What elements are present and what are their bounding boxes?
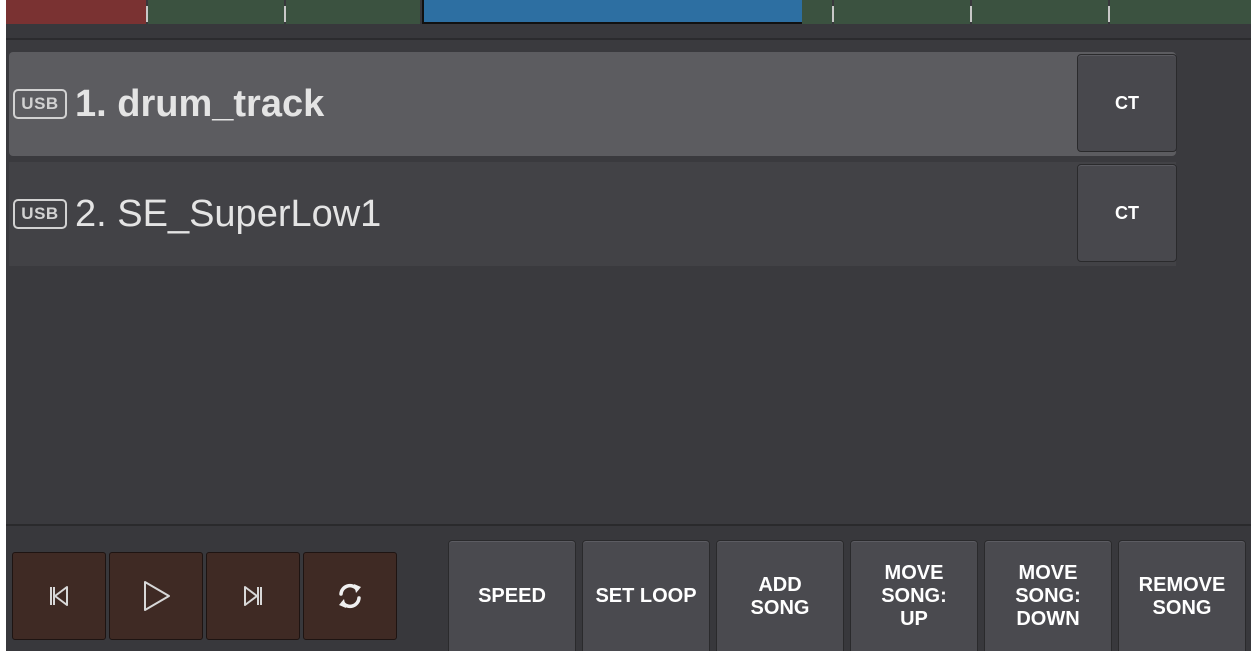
usb-badge: USB	[13, 89, 67, 119]
ct-button[interactable]: CT	[1077, 54, 1177, 152]
top-tab-3[interactable]	[286, 0, 420, 24]
move-song-up-button[interactable]: MOVE SONG: UP	[850, 540, 978, 651]
repeat-icon	[339, 583, 361, 609]
usb-badge: USB	[13, 199, 67, 229]
player-screen: USB 1. drum_track CT USB 2. SE_SuperLow1…	[6, 0, 1251, 651]
song-list: USB 1. drum_track CT USB 2. SE_SuperLow1…	[6, 50, 1251, 520]
control-bar: SPEED SET LOOP ADD SONG MOVE SONG: UP MO…	[6, 524, 1251, 651]
next-button[interactable]	[206, 552, 300, 640]
repeat-button[interactable]	[303, 552, 397, 640]
song-list-item[interactable]: USB 1. drum_track	[9, 52, 1176, 156]
home-tab[interactable]	[6, 0, 146, 24]
skip-next-icon	[244, 586, 262, 606]
skip-previous-icon	[50, 586, 68, 606]
tab-divider	[970, 6, 972, 22]
top-tab-6[interactable]	[972, 0, 1108, 24]
preview-bar	[422, 0, 804, 24]
top-tab-2[interactable]	[148, 0, 284, 24]
tab-divider	[284, 6, 286, 22]
remove-song-button[interactable]: REMOVE SONG	[1118, 540, 1246, 651]
move-song-down-button[interactable]: MOVE SONG: DOWN	[984, 540, 1112, 651]
previous-button[interactable]	[12, 552, 106, 640]
add-song-button[interactable]: ADD SONG	[716, 540, 844, 651]
top-tab-7[interactable]	[1110, 0, 1251, 24]
song-title: 2. SE_SuperLow1	[75, 192, 382, 235]
play-button[interactable]	[109, 552, 203, 640]
song-list-item[interactable]: USB 2. SE_SuperLow1	[9, 162, 1176, 266]
top-tab-strip	[6, 0, 1251, 40]
song-title: 1. drum_track	[75, 82, 325, 125]
play-icon	[144, 581, 170, 611]
tab-divider	[146, 6, 148, 22]
tab-divider	[1108, 6, 1110, 22]
speed-button[interactable]: SPEED	[448, 540, 576, 651]
divider	[6, 38, 1251, 40]
top-tab-5[interactable]	[834, 0, 970, 24]
ct-button[interactable]: CT	[1077, 164, 1177, 262]
tab-divider	[832, 6, 834, 22]
top-tab-4[interactable]	[802, 0, 832, 24]
set-loop-button[interactable]: SET LOOP	[582, 540, 710, 651]
